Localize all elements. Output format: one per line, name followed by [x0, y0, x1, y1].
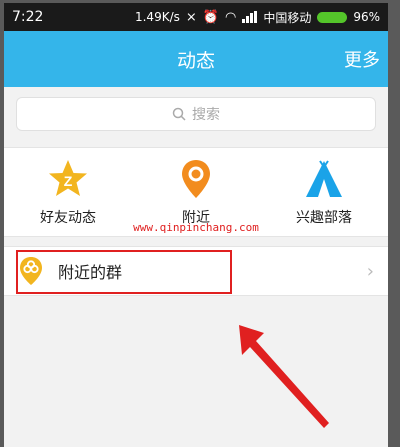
chevron-right-icon: ›: [366, 260, 374, 282]
shortcut-friend-feed[interactable]: Z 好友动态: [18, 157, 118, 227]
battery-level: 96%: [353, 10, 380, 24]
more-button[interactable]: 更多: [344, 46, 380, 72]
phone-screen: 7:22 1.49K/s ⨯ ⏰ ◠ 中国移动 96% 动态 更多 搜索 Z 好…: [4, 3, 388, 447]
network-speed: 1.49K/s: [134, 10, 180, 24]
list-item-nearby-groups[interactable]: 附近的群 ›: [4, 247, 388, 295]
carrier-name: 中国移动: [263, 10, 312, 25]
search-area: 搜索: [4, 87, 388, 141]
app-header: 动态 更多: [4, 31, 388, 87]
friends-star-icon: Z: [49, 160, 87, 196]
shortcut-interest-tribe[interactable]: 兴趣部落: [274, 157, 374, 227]
search-placeholder: 搜索: [192, 107, 220, 123]
status-time: 7:22: [12, 9, 44, 25]
annotation-arrow: [239, 325, 329, 428]
watermark: www.qinpinchang.com: [133, 221, 259, 234]
page-title: 动态: [176, 49, 215, 72]
alarm-icon: ⏰: [202, 9, 219, 25]
signal-icon: [242, 11, 258, 23]
status-indicators: 1.49K/s ⨯ ⏰ ◠ 中国移动 96%: [135, 9, 380, 26]
wifi-icon: ◠: [224, 9, 237, 25]
status-bar: 7:22 1.49K/s ⨯ ⏰ ◠ 中国移动 96%: [4, 3, 388, 31]
location-pin-icon: [182, 160, 210, 198]
shortcut-nearby[interactable]: 附近: [146, 157, 246, 227]
svg-text:Z: Z: [64, 173, 73, 189]
feature-list: 附近的群 ›: [4, 246, 388, 296]
search-icon: [172, 107, 186, 121]
tent-icon: [306, 160, 342, 197]
battery-icon: [317, 11, 348, 23]
mute-icon: ⨯: [185, 9, 197, 25]
highlight-box: [16, 250, 232, 294]
search-input[interactable]: 搜索: [16, 97, 376, 131]
